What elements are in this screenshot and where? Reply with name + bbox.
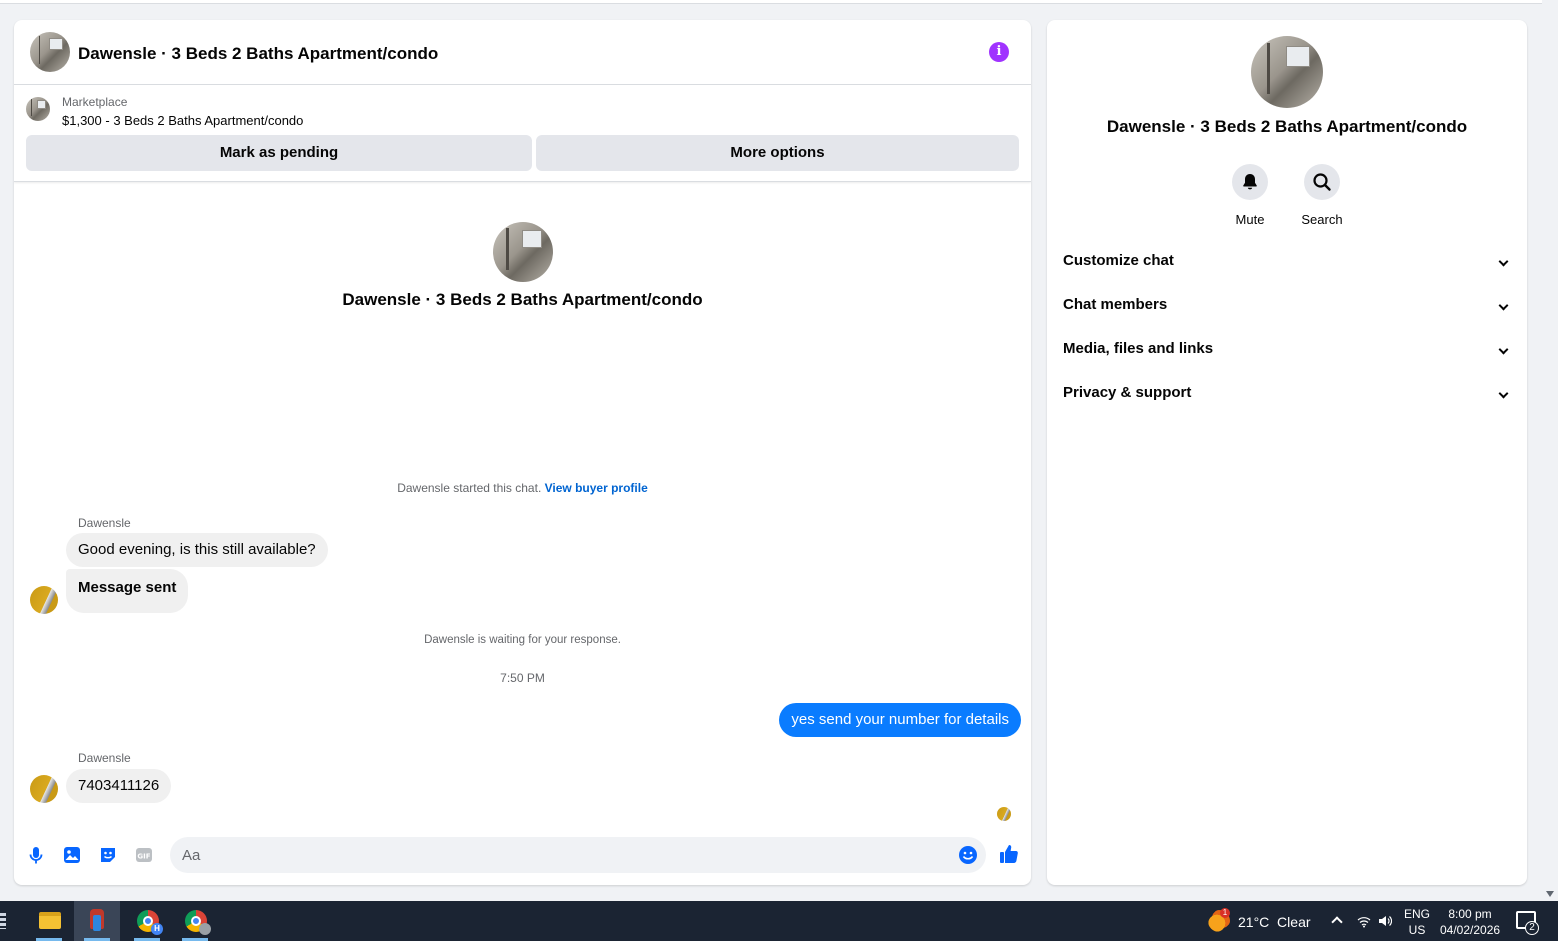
weather-text[interactable]: 21°C Clear: [1238, 914, 1311, 930]
clock-time: 8:00 pm: [1448, 907, 1492, 921]
search-button[interactable]: [1304, 164, 1340, 200]
app-icon: [87, 909, 107, 933]
intro-title: Dawensle · 3 Beds 2 Baths Apartment/cond…: [342, 290, 703, 309]
svg-text:GIF: GIF: [137, 853, 150, 861]
chevron-down-icon: [1498, 256, 1509, 267]
sender-name: Dawensle: [78, 516, 131, 530]
mute-label: Mute: [1235, 212, 1265, 227]
task-view-icon[interactable]: [0, 913, 6, 929]
sender-avatar[interactable]: [30, 775, 58, 803]
taskbar-chrome-2[interactable]: [172, 901, 218, 941]
mute-action[interactable]: Mute: [1215, 164, 1285, 227]
search-icon: [1313, 173, 1331, 191]
scroll-down-arrow[interactable]: [1546, 891, 1554, 897]
message-bubble[interactable]: 7403411126: [66, 769, 172, 803]
top-bar: [0, 0, 1542, 4]
listing-thumbnail[interactable]: [26, 97, 50, 121]
show-hidden-icons-chevron-icon[interactable]: [1331, 916, 1343, 928]
section-title: Privacy & support: [1063, 384, 1192, 401]
chat-started-notice: Dawensle started this chat. View buyer p…: [14, 481, 1031, 495]
listing-banner: Marketplace $1,300 - 3 Beds 2 Baths Apar…: [14, 85, 1031, 182]
chat-title[interactable]: Dawensle · 3 Beds 2 Baths Apartment/cond…: [78, 44, 438, 64]
taskbar: H 1 21°C Clear ENG US 8:00 pm 04/02/2026…: [0, 901, 1558, 941]
region-code: US: [1408, 923, 1426, 937]
chevron-down-icon: [1498, 300, 1509, 311]
chat-info-panel: Dawensle · 3 Beds 2 Baths Apartment/cond…: [1047, 20, 1527, 885]
folder-icon: [39, 912, 61, 929]
chevron-down-icon: [1498, 388, 1509, 399]
outgoing-message-bubble[interactable]: yes send your number for details: [779, 703, 1021, 737]
language-code: ENG: [1404, 907, 1431, 921]
profile-title: Dawensle · 3 Beds 2 Baths Apartment/cond…: [1106, 117, 1468, 136]
taskbar-app[interactable]: [74, 901, 120, 941]
like-icon[interactable]: [998, 843, 1020, 865]
waiting-notice: Dawensle is waiting for your response.: [424, 634, 621, 646]
photo-icon[interactable]: [62, 845, 82, 865]
privacy-support-section[interactable]: Privacy & support: [1063, 376, 1511, 412]
info-icon[interactable]: i: [989, 42, 1009, 62]
chat-avatar[interactable]: [30, 32, 70, 72]
chevron-down-icon: [1498, 344, 1509, 355]
media-files-links-section[interactable]: Media, files and links: [1063, 332, 1511, 368]
weather-alert-badge: 1: [1220, 908, 1230, 918]
search-label: Search: [1301, 212, 1343, 227]
message-composer: GIF: [14, 835, 1031, 875]
message-input[interactable]: [182, 837, 942, 873]
sticker-icon[interactable]: [98, 845, 118, 865]
taskbar-chrome[interactable]: H: [124, 901, 170, 941]
clock[interactable]: 8:00 pm 04/02/2026: [1440, 906, 1500, 938]
profile-badge: H: [151, 923, 163, 935]
notification-count: 2: [1525, 921, 1539, 935]
search-action[interactable]: Search: [1287, 164, 1357, 227]
customize-chat-section[interactable]: Customize chat: [1063, 244, 1511, 280]
profile-badge-icon: [199, 923, 211, 935]
profile-avatar[interactable]: [1251, 36, 1323, 108]
mute-button[interactable]: [1232, 164, 1268, 200]
page-scrollbar[interactable]: [1542, 0, 1558, 901]
section-title: Chat members: [1063, 296, 1168, 313]
message-bubble[interactable]: Message sent: [66, 569, 189, 613]
microphone-icon[interactable]: [26, 845, 46, 865]
volume-icon[interactable]: [1378, 914, 1392, 928]
emoji-icon[interactable]: [958, 845, 978, 865]
bell-icon: [1243, 174, 1257, 190]
sender-avatar[interactable]: [30, 586, 58, 614]
message-timestamp: 7:50 PM: [500, 671, 545, 685]
taskbar-file-explorer[interactable]: [26, 901, 72, 941]
section-title: Media, files and links: [1063, 340, 1214, 357]
chat-header: Dawensle · 3 Beds 2 Baths Apartment/cond…: [14, 20, 1031, 85]
clock-date: 04/02/2026: [1440, 923, 1501, 937]
sender-name: Dawensle: [78, 751, 131, 765]
mark-as-pending-button[interactable]: Mark as pending: [26, 135, 532, 171]
section-title: Customize chat: [1063, 252, 1174, 269]
intro-avatar: [493, 222, 553, 282]
wifi-icon[interactable]: [1357, 914, 1371, 928]
seen-indicator-avatar: [997, 807, 1011, 821]
chat-members-section[interactable]: Chat members: [1063, 288, 1511, 324]
message-bubble[interactable]: Good evening, is this still available?: [66, 533, 328, 567]
language-indicator[interactable]: ENG US: [1404, 906, 1430, 938]
message-input-wrapper: [170, 837, 986, 873]
chat-panel: Dawensle · 3 Beds 2 Baths Apartment/cond…: [14, 20, 1031, 885]
more-options-button[interactable]: More options: [536, 135, 1019, 171]
gif-icon[interactable]: GIF: [134, 845, 154, 865]
chat-started-text: Dawensle started this chat.: [397, 481, 542, 495]
listing-name[interactable]: $1,300 - 3 Beds 2 Baths Apartment/condo: [62, 113, 303, 128]
view-buyer-profile-link[interactable]: View buyer profile: [545, 481, 648, 495]
listing-category: Marketplace: [62, 95, 128, 109]
